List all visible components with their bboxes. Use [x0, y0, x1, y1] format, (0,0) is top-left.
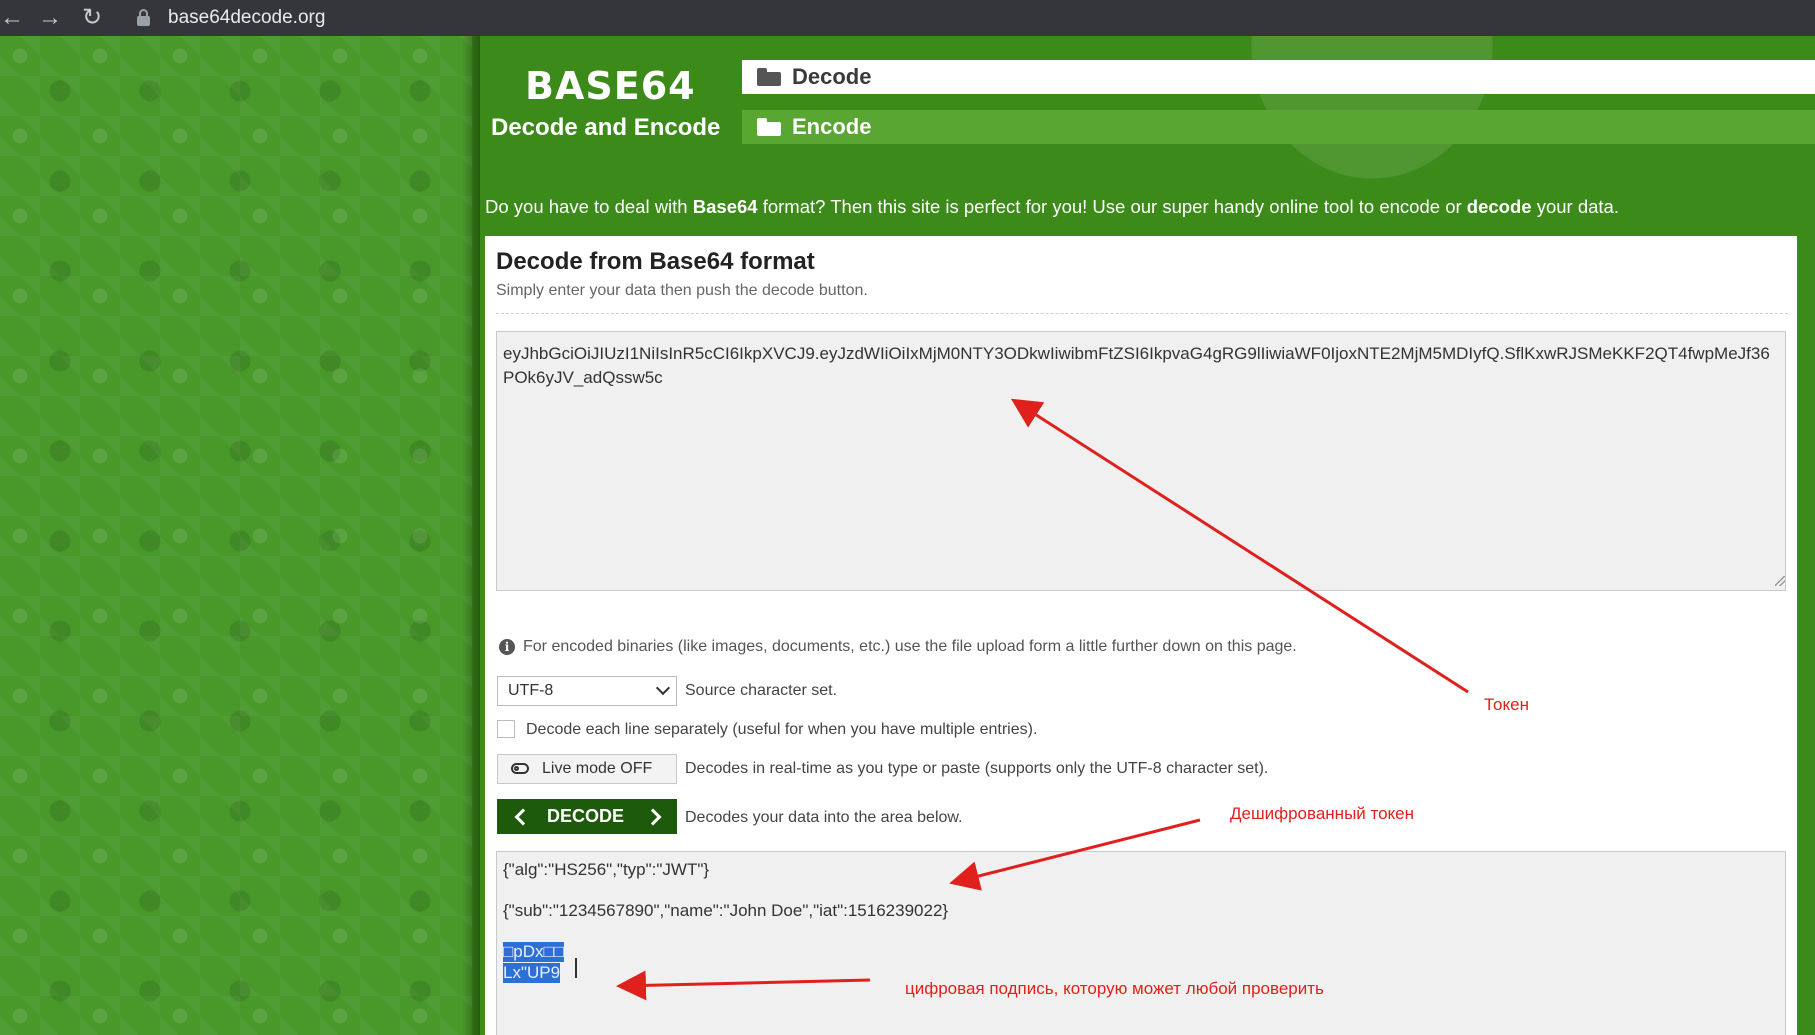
- logo-title[interactable]: BASE64: [525, 64, 696, 108]
- output-signature-line-1: □pDx□□: [503, 942, 565, 962]
- chevron-left-icon: [514, 808, 532, 826]
- tab-encode[interactable]: Encode: [742, 110, 1815, 144]
- live-mode-description: Decodes in real-time as you type or past…: [685, 760, 1269, 777]
- decode-lines-checkbox[interactable]: [497, 720, 515, 738]
- live-mode-button[interactable]: Live mode OFF: [497, 754, 677, 784]
- decode-lines-label: Decode each line separately (useful for …: [526, 721, 1038, 738]
- annotation-signature: цифровая подпись, которую может любой пр…: [905, 979, 1324, 998]
- background-pattern: [0, 36, 472, 1035]
- charset-select[interactable]: UTF-8: [497, 676, 677, 706]
- reload-icon[interactable]: ↻: [82, 4, 102, 32]
- logo-subtitle[interactable]: Decode and Encode: [491, 114, 720, 142]
- chevron-down-icon: [655, 680, 671, 696]
- resize-grip-icon[interactable]: [1775, 576, 1785, 586]
- output-header-line: {"alg":"HS256","typ":"JWT"}: [503, 860, 710, 879]
- charset-value: UTF-8: [508, 682, 554, 699]
- browser-toolbar: ← → ↻ base64decode.org: [0, 0, 1815, 36]
- toggle-icon: [511, 763, 529, 774]
- tab-decode[interactable]: Decode: [742, 60, 1815, 94]
- decode-button[interactable]: DECODE: [497, 799, 677, 834]
- folder-icon: [757, 118, 781, 136]
- info-text: For encoded binaries (like images, docum…: [523, 638, 1297, 655]
- card-subtitle: Simply enter your data then push the dec…: [496, 282, 868, 299]
- address-bar-url[interactable]: base64decode.org: [168, 7, 325, 29]
- decode-button-label: DECODE: [547, 806, 625, 826]
- divider: [496, 313, 1788, 314]
- arrow-left-icon[interactable]: ←: [0, 4, 24, 32]
- page-shadow: [462, 36, 480, 1035]
- intro-text: Do you have to deal with Base64 format? …: [485, 196, 1619, 217]
- decode-description: Decodes your data into the area below.: [685, 809, 963, 826]
- chevron-right-icon: [644, 808, 662, 826]
- lock-icon[interactable]: [137, 9, 150, 27]
- output-signature-line-2: Lx"UP9: [503, 963, 561, 983]
- live-mode-label: Live mode OFF: [542, 760, 653, 777]
- decoded-output[interactable]: {"alg":"HS256","typ":"JWT"} {"sub":"1234…: [496, 851, 1786, 1035]
- tab-decode-label: Decode: [792, 64, 872, 89]
- tab-encode-label: Encode: [792, 114, 872, 139]
- info-icon: i: [499, 638, 515, 655]
- folder-open-icon: [757, 68, 781, 86]
- card-title: Decode from Base64 format: [496, 248, 815, 275]
- decode-card: Decode from Base64 format Simply enter y…: [485, 236, 1797, 1035]
- output-payload-line: {"sub":"1234567890","name":"John Doe","i…: [503, 901, 949, 920]
- arrow-right-icon[interactable]: →: [38, 4, 62, 32]
- base64-input[interactable]: eyJhbGciOiJIUzI1NiIsInR5cCI6IkpXVCJ9.eyJ…: [496, 331, 1786, 591]
- info-row: i For encoded binaries (like images, docu…: [499, 638, 1297, 656]
- text-cursor-icon: [575, 958, 577, 978]
- annotation-token: Токен: [1484, 695, 1529, 714]
- annotation-decoded-token: Дешифрованный токен: [1230, 804, 1415, 823]
- charset-label: Source character set.: [685, 682, 838, 699]
